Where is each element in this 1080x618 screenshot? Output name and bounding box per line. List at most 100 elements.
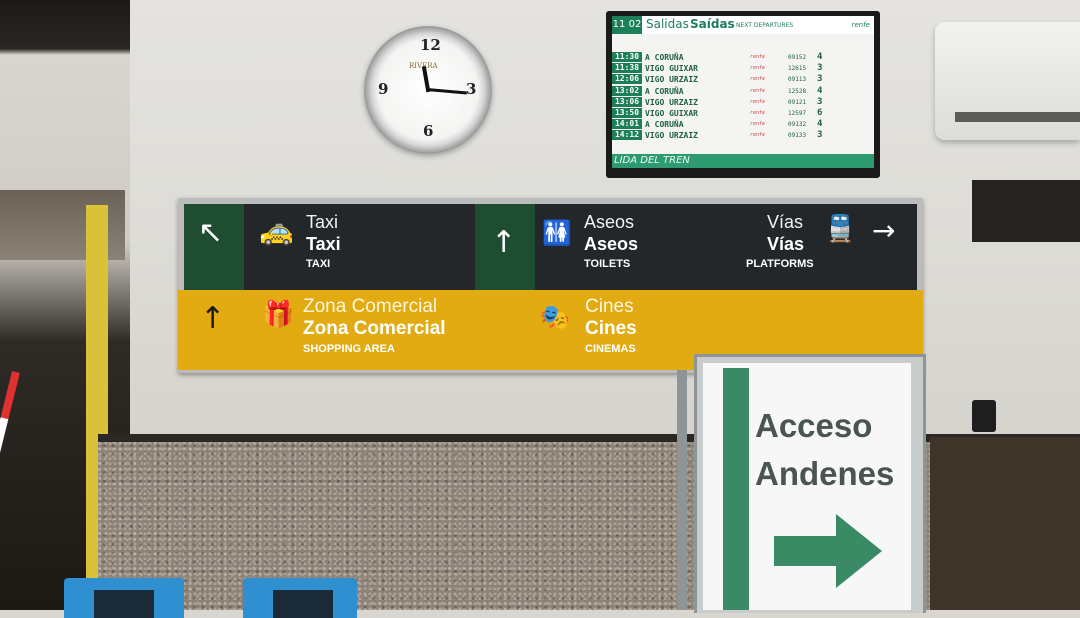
zona-label-gl: Zona Comercial: [303, 318, 446, 339]
departure-time: 11:30: [612, 52, 642, 62]
taxi-arrow-block: ↖: [184, 204, 244, 290]
vias-label-es: Vías: [767, 212, 804, 232]
departure-platform: 3: [817, 96, 823, 107]
ticket-machine: [243, 578, 357, 618]
departure-row: 14:01 A CORUÑA renfe 09132 4: [612, 119, 874, 130]
vias-label-gl: Vías: [767, 234, 805, 254]
clock-numeral-9: 9: [378, 80, 389, 98]
departure-platform: 6: [817, 108, 823, 118]
access-line-1: Acceso: [755, 407, 873, 444]
departure-train-number: 12615: [788, 65, 807, 73]
access-sign-stripe: [723, 368, 749, 610]
departure-destination: VIGO URZAIZ: [645, 131, 698, 141]
departure-operator: renfe: [750, 132, 766, 139]
departure-row: 12:06 VIGO URZAIZ renfe 09113 3: [612, 74, 874, 85]
departure-operator: renfe: [750, 87, 766, 94]
departure-operator: renfe: [750, 98, 766, 105]
departures-title-en: NEXT DEPARTURES: [736, 22, 794, 29]
departure-time: 13:50: [612, 108, 642, 118]
departure-destination: A CORUÑA: [645, 120, 684, 130]
taxi-label-es: Taxi: [306, 212, 339, 232]
departure-time: 11:38: [612, 63, 642, 74]
taxi-label-en: TAXI: [306, 258, 331, 270]
sign-top-band: ↖ 🚕 Taxi Taxi TAXI ↑ 🚻 Aseos Aseos TOILE…: [184, 204, 917, 290]
departure-time: 12:06: [612, 74, 642, 85]
departures-title-es: Salidas: [646, 17, 689, 31]
departure-row: 13:02 A CORUÑA renfe 12528 4: [612, 85, 874, 97]
departure-platform: 3: [817, 63, 823, 74]
wall-clock: 12 3 6 9 RIVERA: [364, 26, 492, 154]
departure-destination: VIGO URZAIZ: [645, 97, 698, 107]
clock-numeral-3: 3: [466, 80, 477, 98]
departure-time: 14:01: [612, 119, 642, 130]
zona-label-es: Zona Comercial: [303, 296, 438, 317]
departures-title-gl: Saídas: [690, 17, 735, 31]
access-line-2: Andenes: [755, 455, 895, 492]
departures-screen: 11 02 Salidas Saídas NEXT DEPARTURES ren…: [612, 16, 874, 168]
stand-pole: [677, 370, 687, 610]
cinema-icon: 🎭: [540, 303, 570, 331]
ticket-machine: [64, 578, 184, 618]
departure-row: 14:12 VIGO URZAIZ renfe 09133 3: [612, 130, 874, 141]
aseos-arrow-block: ↑: [475, 204, 535, 290]
arrow-up-icon: ↑: [491, 225, 517, 260]
directional-sign: ↖ 🚕 Taxi Taxi TAXI ↑ 🚻 Aseos Aseos TOILE…: [178, 198, 923, 373]
departure-train-number: 12597: [788, 110, 807, 117]
departure-destination: A CORUÑA: [645, 86, 684, 96]
departure-destination: VIGO GUIXAR: [645, 64, 698, 74]
zona-label-en: SHOPPING AREA: [303, 343, 395, 355]
departure-train-number: 09121: [788, 98, 807, 106]
departure-operator: renfe: [750, 54, 766, 60]
wall-socket: [972, 400, 996, 432]
departure-train-number: 12528: [788, 87, 807, 95]
departure-time: 14:12: [612, 130, 642, 141]
renfe-logo: renfe: [851, 21, 870, 29]
aseos-label-en: TOILETS: [584, 258, 631, 270]
departure-time: 13:06: [612, 96, 642, 107]
departure-destination: VIGO URZAIZ: [645, 75, 698, 85]
clock-minute-hand: [426, 88, 467, 95]
departure-platform: 3: [817, 74, 823, 85]
departures-footer: LIDA DEL TREN: [612, 154, 874, 168]
gift-icon: 🎁: [262, 300, 295, 330]
departure-row: 13:06 VIGO URZAIZ renfe 09121 3: [612, 96, 874, 108]
aseos-label-es: Aseos: [584, 212, 635, 232]
arrow-up-left-icon: ↖: [198, 215, 224, 250]
departure-operator: renfe: [750, 110, 766, 116]
departure-time: 13:02: [612, 85, 642, 96]
departure-platform: 4: [817, 85, 823, 96]
departure-row: 11:30 A CORUÑA renfe 09152 4: [612, 52, 874, 63]
departure-row: 11:38 VIGO GUIXAR renfe 12615 3: [612, 63, 874, 74]
wood-panel: [930, 437, 1080, 610]
aseos-label-gl: Aseos: [584, 234, 639, 254]
cines-label-en: CINEMAS: [585, 343, 636, 355]
air-conditioner-vent: [955, 112, 1080, 122]
arrow-up-icon: ↑: [200, 301, 226, 336]
departure-train-number: 09132: [788, 121, 807, 129]
departure-row: 13:50 VIGO GUIXAR renfe 12597 6: [612, 108, 874, 119]
departure-platform: 3: [817, 130, 823, 141]
departure-destination: VIGO GUIXAR: [645, 109, 698, 118]
vias-label-en: PLATFORMS: [746, 258, 814, 270]
clock-numeral-6: 6: [423, 122, 434, 140]
wall-vent: [972, 180, 1080, 242]
departure-operator: renfe: [750, 65, 766, 72]
clock-numeral-12: 12: [420, 36, 441, 54]
taxi-icon: 🚕: [259, 214, 294, 247]
departure-train-number: 09152: [788, 54, 807, 61]
arrow-right-icon: →: [872, 214, 896, 247]
departure-operator: renfe: [750, 76, 766, 83]
departure-platform: 4: [817, 52, 823, 62]
departure-train-number: 09133: [788, 132, 807, 140]
departure-platform: 4: [817, 119, 823, 130]
toilets-icon: 🚻: [542, 219, 572, 247]
air-conditioner: [935, 22, 1080, 140]
right-arrow-icon: [774, 514, 882, 588]
cines-label-gl: Cines: [585, 318, 637, 339]
departure-train-number: 09113: [788, 76, 807, 84]
taxi-label-gl: Taxi: [306, 234, 341, 254]
cines-label-es: Cines: [585, 296, 634, 317]
departure-operator: renfe: [750, 121, 766, 128]
train-icon: 🚆: [824, 214, 857, 244]
current-time: 11 02: [612, 16, 642, 34]
